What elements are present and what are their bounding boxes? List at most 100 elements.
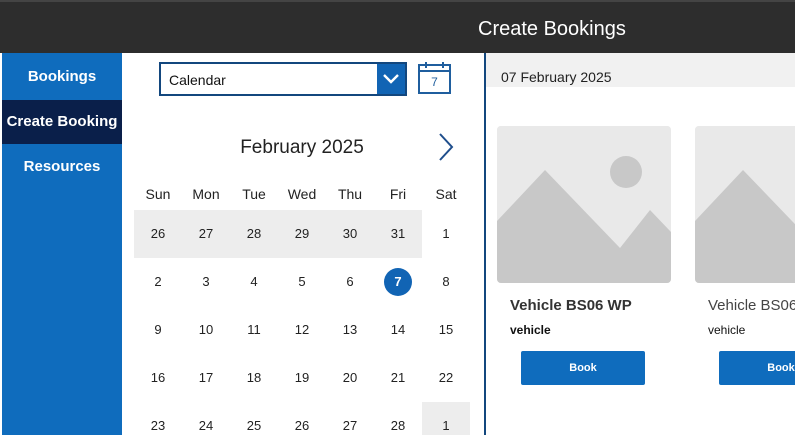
app-frame: Create Bookings Bookings Create Booking …: [0, 0, 795, 435]
sidebar-item-create-booking[interactable]: Create Booking: [2, 100, 122, 144]
calendar-day[interactable]: 31: [374, 210, 422, 258]
book-button[interactable]: Book: [719, 351, 795, 385]
calendar-day[interactable]: 26: [134, 210, 182, 258]
resource-type: vehicle: [510, 323, 551, 337]
calendar-day-number: 10: [198, 322, 214, 337]
view-selector-value: Calendar: [169, 72, 226, 88]
weekday-label: Sat: [435, 186, 457, 202]
calendar-day-number: 2: [154, 274, 162, 289]
calendar-day-number: 7: [384, 268, 412, 296]
calendar-day-number: 25: [246, 418, 262, 433]
calendar-day-number: 26: [294, 418, 310, 433]
calendar-day-number: 1: [442, 418, 450, 433]
calendar-day-number: 13: [342, 322, 358, 337]
calendar-day-number: 8: [442, 274, 450, 289]
resource-name: Vehicle BS06 WP: [510, 297, 632, 314]
weekday-label: Fri: [389, 186, 407, 202]
image-placeholder-icon: [695, 126, 795, 283]
calendar-day-number: 17: [198, 370, 214, 385]
calendar-day[interactable]: 21: [374, 354, 422, 402]
calendar-day-number: 12: [294, 322, 310, 337]
calendar-day[interactable]: 26: [278, 402, 326, 435]
calendar-day[interactable]: 12: [278, 306, 326, 354]
calendar-day[interactable]: 8: [422, 258, 470, 306]
selected-date-label: 07 February 2025: [501, 69, 612, 85]
calendar-day[interactable]: 15: [422, 306, 470, 354]
weekday-label: Tue: [242, 186, 266, 202]
calendar-day-number: 15: [438, 322, 454, 337]
calendar-day[interactable]: 19: [278, 354, 326, 402]
calendar-day-number: 4: [250, 274, 258, 289]
calendar-day[interactable]: 25: [230, 402, 278, 435]
calendar-day[interactable]: 3: [182, 258, 230, 306]
calendar-icon: 7: [418, 62, 451, 94]
calendar-day-number: 9: [154, 322, 162, 337]
calendar-day[interactable]: 27: [182, 210, 230, 258]
calendar-day[interactable]: 11: [230, 306, 278, 354]
calendar-day-number: 3: [202, 274, 210, 289]
calendar-day-number: 27: [342, 418, 358, 433]
sidebar-item-bookings[interactable]: Bookings: [2, 55, 122, 99]
book-button[interactable]: Book: [521, 351, 645, 385]
sidebar-item-resources[interactable]: Resources: [2, 145, 122, 189]
calendar-day-number: 30: [342, 226, 358, 241]
calendar-day-number: 28: [390, 418, 406, 433]
weekday-label: Wed: [287, 186, 317, 202]
calendar-day[interactable]: 16: [134, 354, 182, 402]
calendar-day[interactable]: 28: [230, 210, 278, 258]
page-title: Create Bookings: [478, 18, 626, 40]
resource-type: vehicle: [708, 323, 746, 337]
weekday-label: Thu: [337, 186, 363, 202]
calendar-day-number: 29: [294, 226, 310, 241]
calendar-day-number: 23: [150, 418, 166, 433]
calendar-day-number: 5: [298, 274, 306, 289]
calendar-icon-day: 7: [431, 75, 438, 89]
calendar-day[interactable]: 6: [326, 258, 374, 306]
weekday-label: Mon: [192, 186, 220, 202]
calendar-day-number: 18: [246, 370, 262, 385]
calendar-day-number: 31: [390, 226, 406, 241]
view-selector-dropdown[interactable]: Calendar: [159, 62, 407, 96]
calendar-day-number: 16: [150, 370, 166, 385]
calendar-day-number: 24: [198, 418, 214, 433]
calendar-day-number: 21: [390, 370, 406, 385]
calendar-day-number: 20: [342, 370, 358, 385]
calendar-day[interactable]: 17: [182, 354, 230, 402]
sidebar: Bookings Create Booking Resources: [2, 53, 122, 435]
calendar-day[interactable]: 4: [230, 258, 278, 306]
calendar-day-number: 27: [198, 226, 214, 241]
calendar-day-number: 1: [442, 226, 450, 241]
chevron-down-icon: [383, 74, 399, 84]
panel-divider: [484, 53, 486, 435]
calendar-day-number: 28: [246, 226, 262, 241]
calendar-day[interactable]: 13: [326, 306, 374, 354]
calendar-icon-button[interactable]: 7: [417, 61, 452, 95]
image-placeholder-icon: [497, 126, 671, 283]
calendar-month-label: February 2025: [240, 137, 364, 158]
calendar-day[interactable]: 2: [134, 258, 182, 306]
calendar-day[interactable]: 9: [134, 306, 182, 354]
calendar-day-number: 19: [294, 370, 310, 385]
calendar-day[interactable]: 14: [374, 306, 422, 354]
calendar-day[interactable]: 24: [182, 402, 230, 435]
calendar-day[interactable]: 27: [326, 402, 374, 435]
calendar-day[interactable]: 18: [230, 354, 278, 402]
calendar-day[interactable]: 20: [326, 354, 374, 402]
app-header: Create Bookings: [0, 0, 795, 53]
next-month-button[interactable]: [434, 130, 458, 164]
calendar-day[interactable]: 5: [278, 258, 326, 306]
calendar-day[interactable]: 29: [278, 210, 326, 258]
dropdown-toggle-button[interactable]: [377, 64, 405, 94]
calendar-day[interactable]: 1: [422, 210, 470, 258]
calendar-day[interactable]: 22: [422, 354, 470, 402]
calendar-day[interactable]: 10: [182, 306, 230, 354]
calendar-day-number: 22: [438, 370, 454, 385]
calendar-day-number: 11: [247, 322, 261, 337]
calendar-day-number: 14: [390, 322, 406, 337]
calendar-day[interactable]: 28: [374, 402, 422, 435]
calendar-day[interactable]: 30: [326, 210, 374, 258]
calendar-day[interactable]: 23: [134, 402, 182, 435]
calendar-day-selected[interactable]: 7: [374, 258, 422, 306]
resource-name: Vehicle BS06: [708, 297, 795, 314]
calendar-day[interactable]: 1: [422, 402, 470, 435]
